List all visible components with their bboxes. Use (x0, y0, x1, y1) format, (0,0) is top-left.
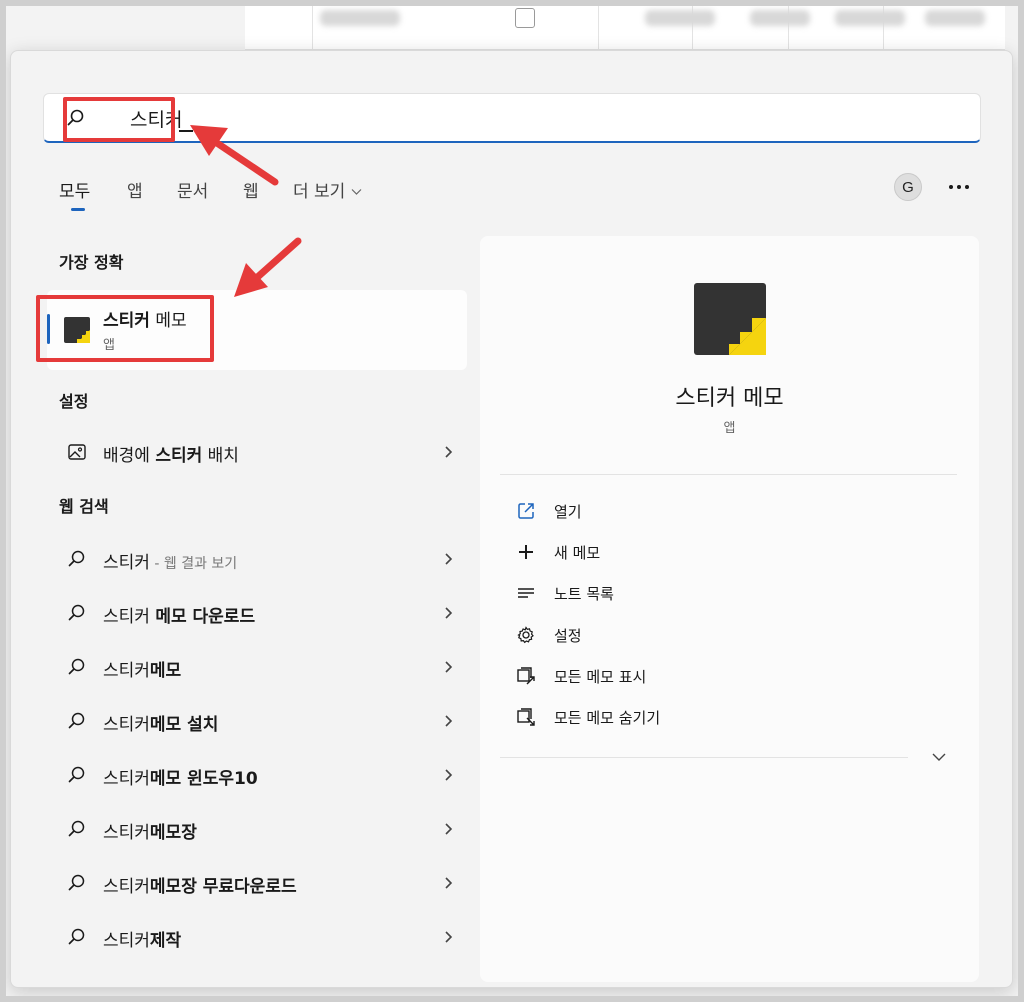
settings-result-label: 배경에 스티커 배치 (103, 446, 239, 466)
chevron-right-icon (445, 877, 453, 889)
action-hide-all-notes-label: 모든 메모 숨기기 (554, 709, 661, 727)
sticky-notes-app-icon (694, 283, 766, 355)
start-search-panel: 스티커 모두 앱 문서 웹 더 보기 G 가장 정확 스티커 메모 앱 설정 배… (10, 50, 1013, 988)
settings-result[interactable]: 배경에 스티커 배치 (47, 432, 467, 472)
chevron-right-icon (445, 769, 453, 781)
web-result[interactable]: 스티커메모 윈도우10 (47, 755, 467, 795)
active-tab-indicator (71, 208, 85, 211)
detail-app-type: 앱 (723, 421, 736, 436)
chevron-right-icon (445, 553, 453, 565)
action-new-note[interactable]: 새 메모 (510, 535, 930, 571)
search-icon (68, 928, 85, 945)
chevron-right-icon (445, 715, 453, 727)
web-result[interactable]: 스티커 메모 다운로드 (47, 593, 467, 633)
search-icon (68, 712, 85, 729)
background-checkbox (515, 8, 535, 28)
plus-icon (519, 545, 533, 559)
web-result-label: 스티커메모장 무료다운로드 (103, 877, 297, 897)
show-all-notes-icon (517, 667, 535, 685)
more-options-icon[interactable] (946, 173, 972, 199)
gear-icon (517, 626, 534, 644)
web-search-heading: 웹 검색 (59, 497, 109, 516)
action-settings[interactable]: 설정 (510, 618, 930, 654)
image-icon (68, 444, 86, 460)
action-hide-all-notes[interactable]: 모든 메모 숨기기 (510, 700, 930, 736)
open-external-icon (518, 503, 534, 519)
web-result-label: 스티커 - 웹 결과 보기 (103, 553, 238, 573)
action-new-note-label: 새 메모 (554, 544, 601, 562)
list-icon (518, 588, 534, 598)
detail-app-name: 스티커 메모 (675, 386, 784, 411)
web-result-label: 스티커메모 (103, 661, 182, 681)
action-notes-list[interactable]: 노트 목록 (510, 576, 930, 612)
action-open[interactable]: 열기 (510, 494, 930, 530)
divider (500, 757, 908, 758)
web-result[interactable]: 스티커메모장 (47, 809, 467, 849)
web-result[interactable]: 스티커 - 웹 결과 보기 (47, 539, 467, 579)
search-icon (68, 766, 85, 783)
web-result[interactable]: 스티커메모 (47, 647, 467, 687)
account-avatar[interactable]: G (894, 173, 922, 201)
chevron-right-icon (445, 823, 453, 835)
web-result-label: 스티커메모 설치 (103, 715, 219, 735)
chevron-down-icon (351, 189, 362, 195)
search-icon (68, 874, 85, 891)
web-result-label: 스티커 메모 다운로드 (103, 607, 256, 627)
tab-documents[interactable]: 문서 (177, 177, 208, 202)
tab-all[interactable]: 모두 (59, 177, 90, 202)
web-result[interactable]: 스티커제작 (47, 917, 467, 957)
tab-more[interactable]: 더 보기 (293, 177, 362, 202)
text-cursor (179, 130, 193, 132)
action-settings-label: 설정 (554, 627, 582, 645)
action-show-all-notes-label: 모든 메모 표시 (554, 668, 647, 686)
web-result-label: 스티커제작 (103, 931, 182, 951)
chevron-right-icon (445, 607, 453, 619)
annotation-highlight-best-match (36, 295, 214, 362)
web-result-label: 스티커메모 윈도우10 (103, 769, 258, 789)
web-result[interactable]: 스티커메모 설치 (47, 701, 467, 741)
search-icon (68, 820, 85, 837)
chevron-right-icon (445, 661, 453, 673)
search-box[interactable]: 스티커 (43, 93, 981, 143)
annotation-highlight-search (63, 97, 175, 142)
settings-heading: 설정 (59, 392, 89, 411)
app-detail-pane: 스티커 메모 앱 열기 새 메모 노트 목록 설정 모든 메모 표시 모든 메모… (480, 236, 979, 982)
web-result-label: 스티커메모장 (103, 823, 197, 843)
chevron-down-icon[interactable] (930, 748, 948, 766)
tab-apps[interactable]: 앱 (127, 177, 143, 202)
tab-more-label: 더 보기 (293, 182, 346, 202)
best-match-heading: 가장 정확 (59, 253, 124, 272)
hide-all-notes-icon (517, 708, 535, 726)
tab-web[interactable]: 웹 (243, 177, 259, 202)
web-result[interactable]: 스티커메모장 무료다운로드 (47, 863, 467, 903)
chevron-right-icon (445, 931, 453, 943)
search-icon (68, 604, 85, 621)
action-notes-list-label: 노트 목록 (554, 585, 614, 603)
search-icon (68, 658, 85, 675)
divider (500, 474, 957, 475)
chevron-right-icon (445, 446, 453, 458)
action-show-all-notes[interactable]: 모든 메모 표시 (510, 659, 930, 695)
search-icon (68, 550, 85, 567)
background-table-header (245, 0, 1005, 50)
action-open-label: 열기 (554, 503, 582, 521)
